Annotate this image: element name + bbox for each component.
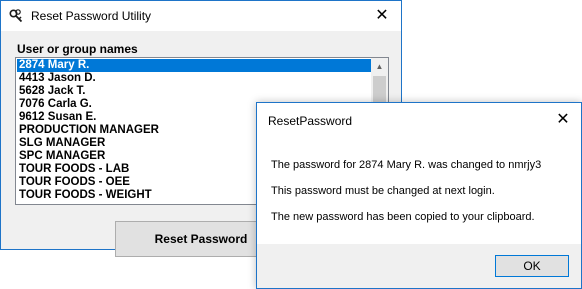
main-titlebar[interactable]: Reset Password Utility ✕ xyxy=(1,1,401,31)
list-label: User or group names xyxy=(17,42,138,56)
close-icon[interactable]: ✕ xyxy=(554,110,572,128)
password-changed-message: The password for 2874 Mary R. was change… xyxy=(271,159,542,171)
clipboard-message: The new password has been copied to your… xyxy=(271,211,535,223)
list-item[interactable]: 4413 Jason D. xyxy=(17,72,374,85)
dialog-title: ResetPassword xyxy=(268,114,353,128)
ok-button[interactable]: OK xyxy=(495,255,569,277)
dialog-titlebar[interactable]: ResetPassword ✕ xyxy=(257,103,581,136)
list-item[interactable]: 2874 Mary R. xyxy=(17,59,374,72)
scroll-up-icon[interactable]: ▲ xyxy=(371,58,388,75)
key-icon xyxy=(9,9,23,23)
reset-password-dialog: ResetPassword ✕ The password for 2874 Ma… xyxy=(256,102,582,289)
list-item[interactable]: 5628 Jack T. xyxy=(17,85,374,98)
main-window-title: Reset Password Utility xyxy=(31,9,152,23)
close-icon[interactable]: ✕ xyxy=(373,6,391,24)
change-at-login-message: This password must be changed at next lo… xyxy=(271,185,495,197)
dialog-footer: OK xyxy=(257,244,581,288)
